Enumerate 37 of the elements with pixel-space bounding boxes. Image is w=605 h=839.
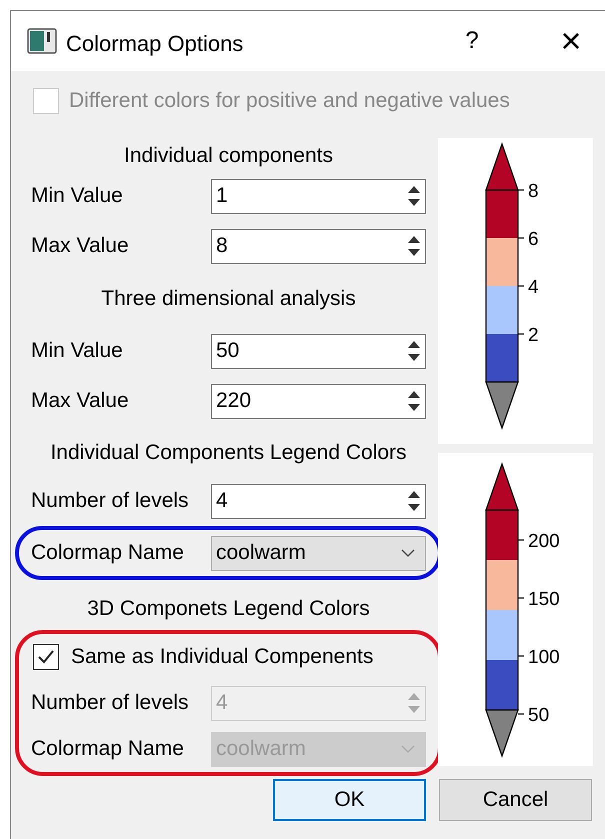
colorbar-tick-label: 6 (528, 229, 539, 250)
section-heading: Individual components (124, 142, 333, 168)
spin-box[interactable]: 50 (211, 334, 426, 368)
field-label: Max Value (31, 388, 130, 414)
colorbar-tick-label: 100 (528, 647, 560, 668)
field-label: Colormap Name (31, 736, 185, 762)
dialog-button[interactable]: Cancel (439, 779, 592, 821)
dialog-button[interactable]: OK (273, 779, 426, 821)
spin-box[interactable]: 8 (211, 228, 426, 264)
help-button[interactable]: ? (457, 21, 487, 61)
colorbar-tick-label: 200 (528, 531, 560, 552)
app-icon (27, 28, 57, 54)
spin-box[interactable]: 1 (211, 178, 426, 214)
field-label: Colormap Name (31, 540, 185, 566)
colorbar-tick-label: 4 (528, 277, 539, 298)
field-label: Min Value (31, 338, 124, 364)
colorbar-tick-label: 150 (528, 589, 560, 610)
spin-box[interactable]: 220 (211, 384, 426, 418)
chevron-down-icon (401, 745, 415, 753)
field-label: Number of levels (31, 690, 190, 716)
section-heading: 3D Componets Legend Colors (87, 596, 370, 622)
field-label: Min Value (31, 183, 124, 210)
spin-box[interactable]: 4 (211, 484, 426, 518)
colorbar-tick-label: 50 (528, 705, 550, 726)
window-title: Colormap Options (66, 30, 244, 58)
section-heading: Individual Components Legend Colors (50, 440, 407, 466)
colorbar-tick-label: 8 (528, 181, 539, 202)
section-heading: Three dimensional analysis (101, 286, 356, 312)
field-label: Number of levels (31, 488, 190, 514)
chevron-down-icon (401, 549, 415, 557)
checkbox[interactable] (33, 644, 59, 670)
dropdown[interactable]: coolwarm (211, 536, 426, 570)
checkbox-label: Same as Individual Compenents (71, 644, 374, 670)
colorbar-tick-label: 2 (528, 325, 539, 346)
close-button[interactable]: × (551, 19, 591, 63)
field-label: Max Value (31, 233, 130, 260)
checkbox-label: Different colors for positive and negative values (69, 88, 510, 114)
